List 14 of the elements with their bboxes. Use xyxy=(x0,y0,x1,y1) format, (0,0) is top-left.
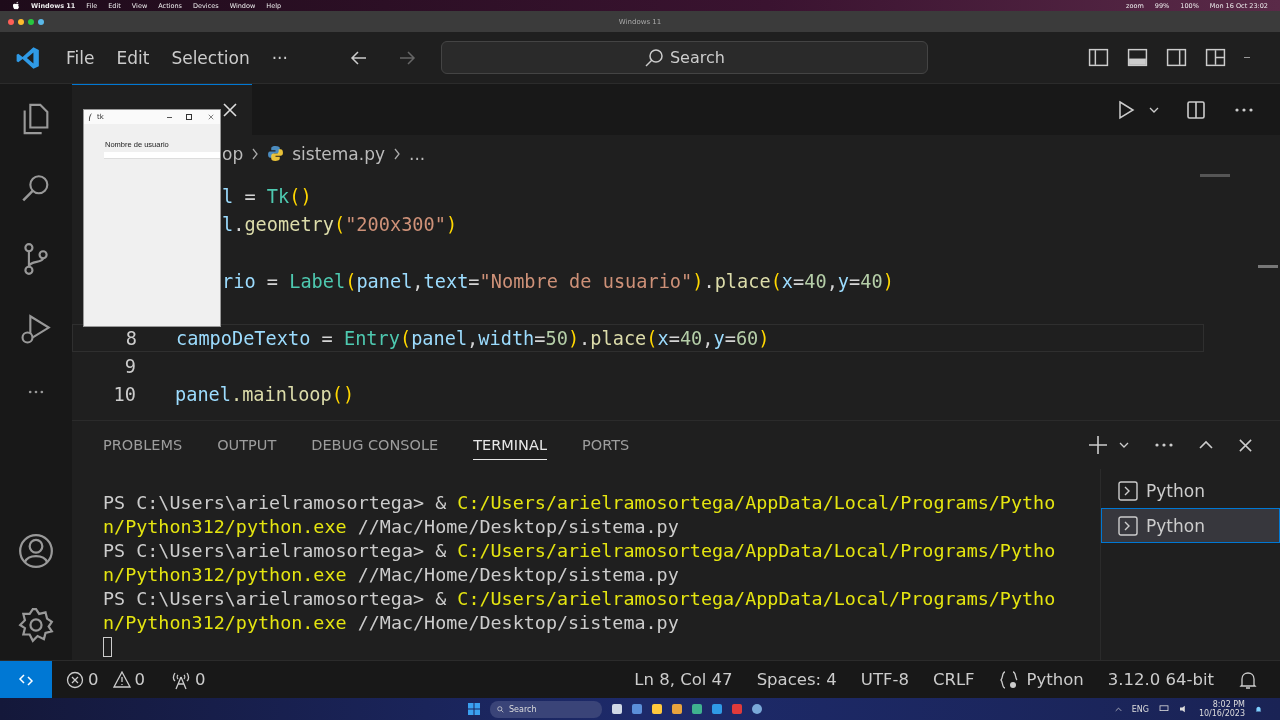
code-line: campoDeTexto = Entry(panel,width=50).place(x=40,y=60) xyxy=(176,327,770,349)
code-line: panel.mainloop() xyxy=(175,384,355,406)
code-line: l = Tk() xyxy=(222,185,312,207)
terminal-line: PS C:\Users\arielramosortega> & C:/Users/arielramosortega/AppData/Local/Programs/Pytho xyxy=(103,491,1056,515)
terminal-line: PS C:\Users\arielramosortega> & C:/Users/arielramosortega/AppData/Local/Programs/Pytho xyxy=(103,539,1056,563)
line-number: 9 xyxy=(124,356,136,378)
code-line: rio = Label(panel,text="Nombre de usuario").place(x=40,y=40) xyxy=(222,270,894,292)
code-line: l.geometry("200x300") xyxy=(222,214,458,236)
terminal-line: n/Python312/python.exe //Mac/Home/Desktop/sistema.py xyxy=(103,515,679,539)
line-number: 10 xyxy=(113,384,136,406)
line-number: 8 xyxy=(125,327,137,349)
terminal-line: n/Python312/python.exe //Mac/Home/Desktop/sistema.py xyxy=(103,611,679,635)
terminal-line: n/Python312/python.exe //Mac/Home/Desktop/sistema.py xyxy=(103,563,679,587)
terminal-line: PS C:\Users\arielramosortega> & C:/Users/arielramosortega/AppData/Local/Programs/Pytho xyxy=(103,587,1056,611)
